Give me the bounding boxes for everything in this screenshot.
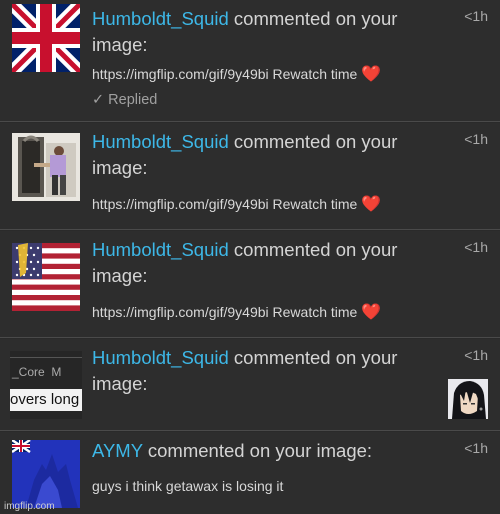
heart-icon: ❤️ [361,196,382,213]
comment-text: guys i think getawax is losing it [92,478,284,494]
imgflip-watermark: imgflip.com [4,501,55,512]
timestamp: <1h [464,440,488,456]
username-link[interactable]: Humboldt_Squid [92,239,229,260]
comment-text: https://imgflip.com/gif/9y49bi Rewatch t… [92,196,382,213]
photo-thumbnail[interactable] [12,133,80,201]
notification-headline: Humboldt_Squid commented on your image: [92,237,452,289]
thumbnail-text: _Core M [12,365,62,379]
username-link[interactable]: Humboldt_Squid [92,8,229,29]
notification-headline: Humboldt_Squid commented on your image: [92,345,452,397]
username-link[interactable]: Humboldt_Squid [92,131,229,152]
timestamp: <1h [464,347,488,363]
notification-item[interactable]: Humboldt_Squid commented on your image: … [0,231,500,338]
timestamp: <1h [464,131,488,147]
heart-icon: ❤️ [361,66,382,83]
text-screenshot-thumbnail[interactable]: _Core M overs long [10,351,82,419]
replied-status: ✓ Replied [92,92,158,108]
comment-text: https://imgflip.com/gif/9y49bi Rewatch t… [92,66,382,83]
notification-item[interactable]: _Core M overs long Humboldt_Squid commen… [0,339,500,431]
uk-flag-thumbnail[interactable] [12,4,80,72]
us-flag-thumbnail[interactable] [12,243,80,311]
action-text: commented on your image: [147,440,373,461]
timestamp: <1h [464,239,488,255]
thumbnail-text: overs long [10,389,82,411]
username-link[interactable]: Humboldt_Squid [92,347,229,368]
notification-item[interactable]: AYMY commented on your image: <1h guys i… [0,432,500,514]
username-link[interactable]: AYMY [92,440,143,461]
notification-headline: AYMY commented on your image: [92,438,452,464]
notification-item[interactable]: Humboldt_Squid commented on your image: … [0,123,500,230]
timestamp: <1h [464,8,488,24]
notification-headline: Humboldt_Squid commented on your image: [92,6,452,58]
notification-headline: Humboldt_Squid commented on your image: [92,129,452,181]
comment-text: https://imgflip.com/gif/9y49bi Rewatch t… [92,304,382,321]
heart-icon: ❤️ [361,304,382,321]
blue-flag-thumbnail[interactable] [12,440,80,508]
anime-character-image[interactable] [448,379,488,419]
notification-item[interactable]: Humboldt_Squid commented on your image: … [0,0,500,122]
